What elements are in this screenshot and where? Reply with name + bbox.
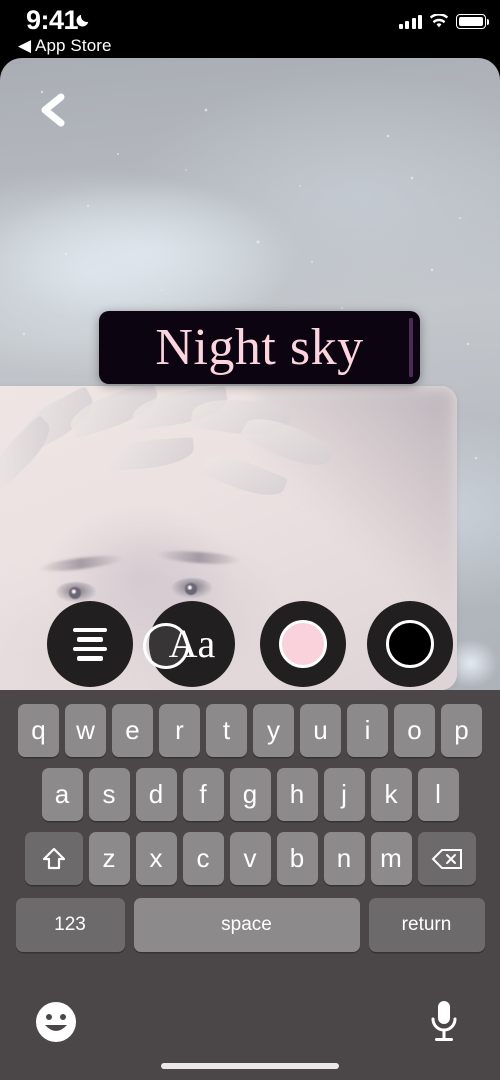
cellular-signal-icon [398, 14, 422, 29]
key-u[interactable]: u [300, 704, 341, 757]
font-style-icon [143, 623, 189, 669]
status-bar-indicators [398, 14, 489, 29]
key-v[interactable]: v [229, 832, 271, 885]
keyboard-row-2: a s d f g h j k l [0, 757, 500, 821]
text-overlay-value: Night sky [155, 318, 364, 376]
key-w[interactable]: w [65, 704, 106, 757]
keyboard-bottom-bar [0, 995, 500, 1080]
key-q[interactable]: q [18, 704, 59, 757]
eye [172, 578, 212, 598]
emoji-smiley-icon[interactable] [34, 1000, 78, 1044]
text-align-center-icon [70, 627, 110, 661]
color-swatch-icon [279, 620, 327, 668]
wifi-icon [429, 14, 449, 28]
keyboard-row-3: z x c v b n m [0, 821, 500, 885]
key-k[interactable]: k [370, 768, 412, 821]
color-swatch-black[interactable] [367, 601, 453, 687]
key-n[interactable]: n [323, 832, 365, 885]
text-overlay-box[interactable]: Night sky [99, 311, 420, 384]
shift-key[interactable] [24, 832, 83, 885]
key-y[interactable]: y [253, 704, 294, 757]
space-key[interactable]: space [133, 898, 360, 952]
key-l[interactable]: l [417, 768, 459, 821]
key-d[interactable]: d [135, 768, 177, 821]
status-bar-time: 9:41 [26, 5, 79, 35]
phone-screen: 9:41 ◀ App Store Night sky Aa q w e r t … [0, 0, 500, 1080]
key-o[interactable]: o [394, 704, 435, 757]
color-swatch-icon [386, 620, 434, 668]
home-indicator[interactable] [161, 1063, 339, 1069]
key-t[interactable]: t [206, 704, 247, 757]
text-caret [409, 318, 413, 377]
editor-canvas: Night sky Aa [0, 58, 500, 690]
key-e[interactable]: e [112, 704, 153, 757]
battery-full-icon [456, 14, 489, 29]
key-b[interactable]: b [276, 832, 318, 885]
leaf-decoration [105, 436, 195, 472]
backspace-key[interactable] [417, 832, 476, 885]
key-h[interactable]: h [276, 768, 318, 821]
cloud-haze [0, 178, 310, 328]
chevron-left-icon[interactable] [30, 86, 78, 134]
return-key[interactable]: return [368, 898, 485, 952]
key-c[interactable]: c [182, 832, 224, 885]
numbers-key[interactable]: 123 [15, 898, 125, 952]
key-i[interactable]: i [347, 704, 388, 757]
keyboard-row-1: q w e r t y u i o p [0, 690, 500, 757]
color-swatch-pink[interactable] [260, 601, 346, 687]
key-s[interactable]: s [88, 768, 130, 821]
key-g[interactable]: g [229, 768, 271, 821]
key-x[interactable]: x [135, 832, 177, 885]
key-r[interactable]: r [159, 704, 200, 757]
key-z[interactable]: z [88, 832, 130, 885]
keyboard-row-4: 123 space return [0, 885, 500, 952]
key-f[interactable]: f [182, 768, 224, 821]
key-p[interactable]: p [441, 704, 482, 757]
shift-arrow-icon [42, 847, 65, 869]
editor-toolbar: Aa [0, 596, 500, 690]
back-to-app-store-label[interactable]: ◀ App Store [18, 36, 112, 56]
moon-icon [76, 14, 89, 27]
font-button[interactable]: Aa [143, 601, 235, 687]
key-m[interactable]: m [370, 832, 412, 885]
microphone-icon[interactable] [426, 998, 462, 1046]
backspace-delete-icon [431, 848, 462, 869]
key-j[interactable]: j [323, 768, 365, 821]
status-bar: 9:41 ◀ App Store [0, 0, 500, 58]
text-align-button[interactable] [47, 601, 133, 687]
key-a[interactable]: a [41, 768, 83, 821]
